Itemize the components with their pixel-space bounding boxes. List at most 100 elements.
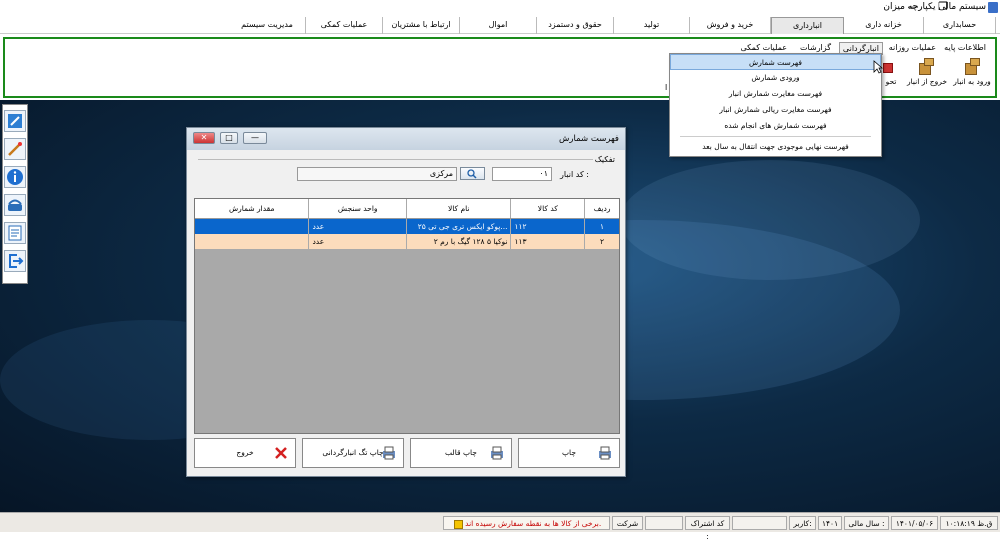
cell-item-name: پوکو ایکس تری جی تی ۲۵... (405, 219, 511, 234)
warehouse-name-field: مرکزی (297, 167, 457, 181)
status-company-label: شرکت (612, 516, 643, 530)
warehouse-code-input[interactable]: ۰۱ (492, 167, 552, 181)
warehouse-search-button[interactable] (460, 167, 485, 180)
menu-tab-payroll[interactable]: حقوق و دستمزد (537, 17, 614, 34)
menu-tab-accounting[interactable]: حسابداری (924, 17, 996, 34)
menu-tab-warehouse[interactable]: انبارداری (771, 17, 844, 34)
menu-tab-treasury[interactable]: خزانه داری (844, 17, 924, 34)
printer-icon (599, 446, 611, 460)
status-user (732, 516, 787, 530)
table-row[interactable]: عدد نوکیا ۵ ۱۲۸ گیگ با رم ۲ ۱۱۳ ۲ (195, 234, 619, 249)
warehouse-code-label: کد انبار : (560, 170, 589, 179)
menu-item-count-entry[interactable]: ورودی شمارش (670, 70, 881, 86)
transfer-icon (881, 57, 901, 77)
status-warning-text: برخی از کالا ها به نقطه سفارش رسیده اند. (465, 519, 602, 528)
status-time: ۱۰:۱۸:۱۹ ق.ظ (940, 516, 998, 530)
menu-item-final-inventory[interactable]: فهرست نهایی موجودی جهت انتقال به سال بعد (670, 139, 881, 155)
notes-icon[interactable] (4, 222, 26, 244)
ribbon-tab-daily-ops[interactable]: عملیات روزانه (886, 42, 939, 55)
count-list-dialog: فهرست شمارش ✕ □ — تفکیک کد انبار : ۰۱ مر… (186, 127, 626, 477)
print-tag-button[interactable]: چاپ تگ انبارگردانی (302, 438, 404, 468)
cell-item-code: ۱۱۳ (510, 234, 584, 249)
cell-unit: عدد (308, 234, 406, 249)
group-divider (198, 159, 593, 160)
grid-header: مقدار شمارش واحد سنجش نام کالا کد کالا ر… (195, 199, 619, 219)
printer-icon (491, 446, 503, 460)
print-button[interactable]: چاپ (518, 438, 620, 468)
status-bar: ۱۰:۱۸:۱۹ ق.ظ ۱۴۰۱/۰۵/۰۶ سال مالی : ۱۴۰۱ … (0, 512, 1000, 541)
transfer-label: تحو (885, 77, 897, 86)
close-icon (275, 447, 287, 459)
warehouse-entry-icon (961, 57, 983, 77)
logout-icon[interactable] (4, 250, 26, 272)
dialog-title-bar: فهرست شمارش ✕ □ — (187, 128, 625, 150)
menu-item-discrepancy-list[interactable]: فهرست مغایرت شمارش انبار (670, 86, 881, 102)
status-user-label: کاربر: (789, 516, 816, 530)
status-fiscal-year: ۱۴۰۱ (818, 516, 842, 530)
left-toolbar (2, 104, 28, 284)
menu-tab-admin[interactable]: مدیریت سیستم (229, 17, 306, 34)
warning-icon (453, 519, 463, 529)
menu-tab-assets[interactable]: اموال (460, 17, 537, 34)
transfer-button[interactable]: تحو (881, 57, 901, 95)
cell-count-qty[interactable] (195, 234, 308, 249)
ribbon-tab-base-info[interactable]: اطلاعات پایه (941, 42, 989, 55)
info-icon[interactable] (4, 166, 26, 188)
cell-item-code: ۱۱۲ (510, 219, 584, 234)
warehouse-exit-button[interactable]: خروج از انبار (905, 57, 949, 95)
group-label: تفکیک (594, 155, 615, 164)
ribbon-fragment-text: ا (665, 83, 668, 92)
cell-count-qty[interactable] (195, 219, 308, 234)
menu-tab-sales[interactable]: خرید و فروش (690, 17, 771, 34)
warehouse-entry-label: ورود به انبار (953, 77, 991, 86)
dialog-title: فهرست شمارش (559, 134, 619, 144)
printer-icon (383, 446, 395, 460)
col-unit[interactable]: واحد سنجش (308, 199, 406, 218)
count-grid: مقدار شمارش واحد سنجش نام کالا کد کالا ر… (194, 198, 620, 434)
status-subscription-label: کد اشتراک : (685, 516, 730, 541)
action-bar: خروج چاپ تگ انبارگردانی چاپ قالب چاپ (194, 438, 620, 471)
menu-tab-production[interactable]: تولید (614, 17, 690, 34)
search-icon (467, 169, 477, 179)
menu-item-rial-discrepancy-list[interactable]: فهرست مغایرت ریالی شمارش انبار (670, 102, 881, 118)
print-template-label: چاپ قالب (445, 448, 477, 457)
pen-icon[interactable] (4, 138, 26, 160)
warehouse-entry-button[interactable]: ورود به انبار (947, 57, 997, 95)
cell-item-name: نوکیا ۵ ۱۲۸ گیگ با رم ۲ (405, 234, 511, 249)
table-row[interactable]: عدد پوکو ایکس تری جی تی ۲۵... ۱۱۲ ۱ (195, 219, 619, 234)
calculator-icon[interactable] (4, 110, 26, 132)
print-template-button[interactable]: چاپ قالب (410, 438, 512, 468)
col-count-qty[interactable]: مقدار شمارش (195, 199, 308, 218)
menu-tab-crm[interactable]: ارتباط با مشتریان (383, 17, 460, 34)
inventory-count-dropdown: فهرست شمارش ورودی شمارش فهرست مغایرت شما… (669, 53, 883, 157)
restore-icon[interactable]: ❐ (928, 0, 958, 13)
status-subscription (645, 516, 683, 530)
menu-separator (680, 136, 871, 137)
cell-row-number: ۲ (584, 234, 619, 249)
warehouse-exit-icon (916, 57, 938, 77)
col-item-code[interactable]: کد کالا (510, 199, 584, 218)
exit-button[interactable]: خروج (194, 438, 296, 468)
dialog-maximize-button[interactable]: □ (220, 132, 238, 144)
menu-item-count-list[interactable]: فهرست شمارش (670, 54, 881, 70)
status-warning[interactable]: برخی از کالا ها به نقطه سفارش رسیده اند. (443, 516, 610, 530)
menu-item-completed-counts[interactable]: فهرست شمارش های انجام شده (670, 118, 881, 134)
cell-row-number: ۱ (584, 219, 619, 234)
title-bar: سیستم مالی یکپارچه میزان — ❐ (0, 0, 1000, 16)
col-row-number[interactable]: ردیف (584, 199, 619, 218)
status-fiscal-year-label: سال مالی : (844, 516, 889, 530)
status-date: ۱۴۰۱/۰۵/۰۶ (891, 516, 938, 530)
mouse-cursor-icon (873, 60, 883, 74)
main-menu: حسابداری خزانه داری انبارداری خرید و فرو… (0, 16, 1000, 34)
warehouse-exit-label: خروج از انبار (906, 77, 948, 86)
menu-tab-tools[interactable]: عملیات کمکی (306, 17, 383, 34)
cell-unit: عدد (308, 219, 406, 234)
dialog-close-button[interactable]: ✕ (193, 132, 215, 144)
dialog-minimize-button[interactable]: — (243, 132, 267, 144)
col-item-name[interactable]: نام کالا (405, 199, 511, 218)
print-label: چاپ (562, 448, 576, 457)
minimize-icon[interactable]: — (898, 0, 928, 13)
print-tag-label: چاپ تگ انبارگردانی (322, 448, 384, 457)
phone-icon[interactable] (4, 194, 26, 216)
app-logo-icon (988, 2, 998, 13)
